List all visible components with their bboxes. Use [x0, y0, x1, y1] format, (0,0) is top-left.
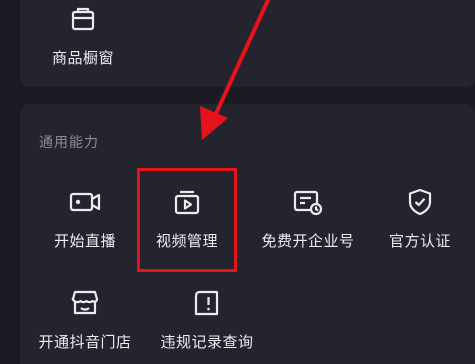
top-card: 商品橱窗: [20, 0, 475, 87]
douyin-store-label: 开通抖音门店: [38, 333, 132, 351]
showcase-button[interactable]: 商品橱窗: [28, 2, 138, 68]
section-title: 通用能力: [39, 135, 99, 151]
enterprise-card-icon: [291, 185, 325, 219]
douyin-store-button[interactable]: 开通抖音门店: [30, 286, 140, 352]
general-section-card: 通用能力 开始直播 视频管理 免费开企业号 官方认证 开通抖音门店 违规记录查询: [20, 104, 475, 364]
start-live-label: 开始直播: [53, 232, 116, 250]
shop-awning-icon: [68, 286, 102, 320]
free-enterprise-label: 免费开企业号: [261, 232, 355, 250]
violation-record-button[interactable]: 违规记录查询: [152, 286, 262, 352]
free-enterprise-button[interactable]: 免费开企业号: [253, 185, 363, 251]
shield-check-icon: [403, 185, 437, 219]
showcase-label: 商品橱窗: [51, 49, 114, 67]
violation-record-label: 违规记录查询: [160, 333, 254, 351]
live-camera-icon: [68, 185, 102, 219]
start-live-button[interactable]: 开始直播: [30, 185, 140, 251]
official-verification-button[interactable]: 官方认证: [365, 185, 475, 251]
violation-record-icon: [190, 286, 224, 320]
annotation-highlight-box: [137, 168, 237, 272]
official-verification-label: 官方认证: [388, 232, 451, 250]
storefront-bag-icon: [66, 2, 100, 36]
